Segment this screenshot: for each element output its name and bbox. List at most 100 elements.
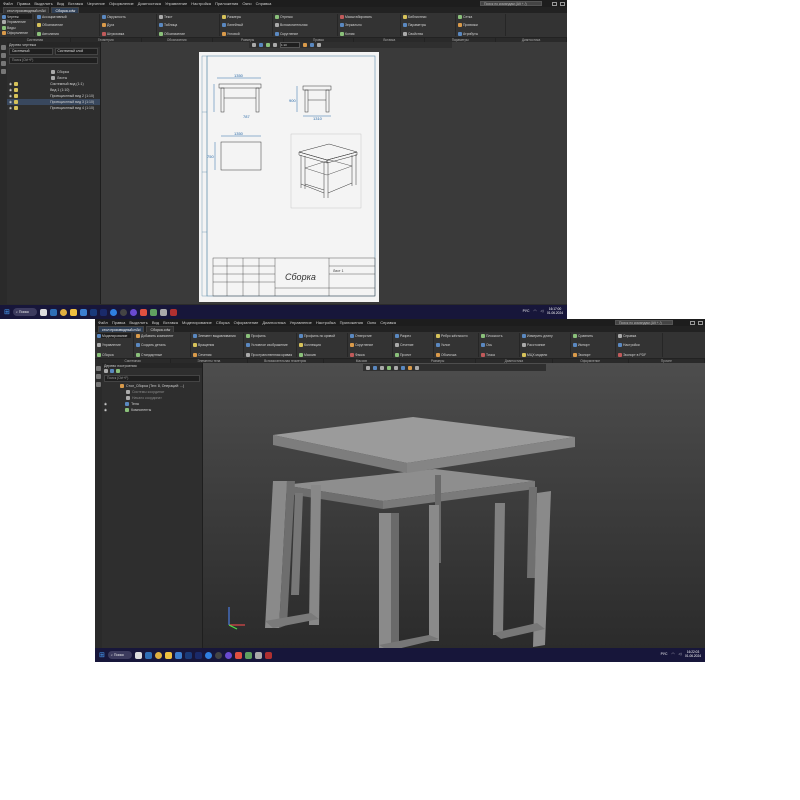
app-icon[interactable] (99, 308, 107, 316)
app-icon[interactable] (119, 308, 127, 316)
ribbon-button[interactable]: Отверстие (350, 333, 390, 338)
minimize-icon[interactable] (690, 320, 695, 325)
ribbon-button[interactable]: Профиль (246, 333, 294, 338)
app-icon[interactable] (109, 308, 117, 316)
lock-icon[interactable] (14, 88, 19, 92)
ribbon-button[interactable]: Текст (159, 14, 217, 19)
ribbon-button[interactable]: Автолиния (37, 31, 97, 36)
maximize-icon[interactable] (560, 1, 565, 6)
app-icon[interactable] (264, 651, 272, 659)
app-icon[interactable] (159, 308, 167, 316)
windows-start-icon[interactable]: ⊞ (4, 308, 10, 316)
ribbon-button[interactable]: Проект (395, 352, 431, 357)
ribbon-button[interactable]: Обозначение (37, 23, 97, 28)
menu-item[interactable]: Правка (17, 1, 31, 6)
app-icon[interactable] (49, 308, 57, 316)
lock-icon[interactable] (14, 100, 19, 104)
language-indicator[interactable]: РУС (523, 309, 530, 313)
ribbon-button[interactable]: Отрезок (275, 14, 335, 19)
ortho-icon[interactable] (317, 43, 321, 47)
menu-item[interactable]: Черчение (87, 1, 105, 6)
tree-icon[interactable] (96, 374, 101, 379)
app-icon[interactable] (139, 308, 147, 316)
ribbon-button[interactable]: Масштабировать (340, 14, 398, 19)
drawing-canvas[interactable]: 1:10 1350 787 1310 900 1350 750 Сборка Л… (101, 42, 567, 304)
ribbon-button[interactable]: Копия (340, 31, 398, 36)
ribbon-button[interactable]: Добавить компонент (136, 333, 188, 338)
ribbon-button[interactable]: Стандартные (136, 352, 188, 357)
lock-icon[interactable] (14, 94, 19, 98)
expand-icon[interactable] (110, 369, 114, 373)
ribbon-button[interactable]: Справка (618, 333, 660, 338)
windows-start-icon[interactable]: ⊞ (99, 651, 105, 659)
command-search-input[interactable]: Поиск по командам (Alt + /) (615, 320, 673, 325)
app-icon[interactable] (169, 308, 177, 316)
ribbon-button[interactable]: Коллекция (299, 343, 345, 348)
ribbon-button[interactable]: Атрибуты (458, 31, 503, 36)
ribbon-button[interactable]: Сравнить (573, 333, 613, 338)
menu-item[interactable]: Диагностика (262, 320, 285, 325)
menu-item[interactable]: Файл (98, 320, 108, 325)
language-indicator[interactable]: РУС (661, 652, 668, 656)
app-icon[interactable] (254, 651, 262, 659)
ribbon-button[interactable]: Элемент выдавливания (193, 333, 241, 338)
visibility-icon[interactable]: ◉ (9, 88, 12, 92)
wifi-icon[interactable]: ◠ (671, 652, 674, 656)
pan-icon[interactable] (259, 43, 263, 47)
menu-item[interactable]: Управление (165, 1, 187, 6)
ribbon-button[interactable]: Линейный (222, 23, 270, 28)
clock[interactable]: 16:22:03 01.06.2024 (685, 650, 701, 658)
ribbon-button[interactable]: Параметры (403, 23, 453, 28)
ribbon-button[interactable]: Библиотеки (403, 14, 453, 19)
ribbon-button[interactable]: Экспорт в PDF (618, 352, 660, 357)
tree-icon[interactable] (1, 61, 6, 66)
menu-item[interactable]: Оформление (109, 1, 134, 6)
photoshop-icon[interactable] (184, 651, 192, 659)
app-icon[interactable] (144, 651, 152, 659)
ribbon-button[interactable]: Скругление (350, 343, 390, 348)
ribbon-button[interactable]: Измерить длину (522, 333, 568, 338)
kompas-icon[interactable] (79, 308, 87, 316)
app-icon[interactable] (194, 651, 202, 659)
select-icon[interactable] (1, 45, 6, 50)
window-controls[interactable] (690, 319, 703, 326)
app-icon[interactable] (204, 651, 212, 659)
layer-dropdown[interactable]: Системный (9, 48, 53, 55)
menu-item[interactable]: Файл (3, 1, 13, 6)
mode-manage-button[interactable]: Управление (2, 20, 32, 25)
ribbon-button[interactable]: Таблица (159, 23, 217, 28)
app-icon[interactable] (129, 308, 137, 316)
mode-design-button[interactable]: Оформление (2, 31, 32, 36)
menu-item[interactable]: Настройка (316, 320, 336, 325)
task-view-icon[interactable] (134, 651, 142, 659)
ribbon-button[interactable]: Расстояние (522, 343, 568, 348)
menu-item[interactable]: Окно (242, 1, 251, 6)
chrome-icon[interactable] (154, 651, 162, 659)
properties-icon[interactable] (96, 382, 101, 387)
ribbon-button[interactable]: Привязки (458, 23, 503, 28)
tree-item[interactable]: ◉ Проекционный вид 4 (1:10) (7, 105, 100, 111)
zoom-icon[interactable] (252, 43, 256, 47)
ribbon-button[interactable]: Уклон (436, 343, 476, 348)
menu-item[interactable]: Справка (256, 1, 272, 6)
visibility-icon[interactable]: ◉ (9, 100, 12, 104)
ribbon-button[interactable]: Вращения (193, 343, 241, 348)
menu-item[interactable]: Выделить (34, 1, 52, 6)
menu-item[interactable]: Вставка (68, 1, 83, 6)
scale-dropdown[interactable]: 1:10 (280, 42, 300, 48)
3d-viewport[interactable] (203, 363, 705, 648)
ribbon-button[interactable]: Зеркально (340, 23, 398, 28)
lock-icon[interactable] (14, 82, 19, 86)
tree-filter-input[interactable]: Поиск (Ctrl+F) (9, 57, 98, 64)
menu-item[interactable]: Правка (112, 320, 126, 325)
volume-icon[interactable]: ◁ (678, 652, 681, 656)
ribbon-button[interactable]: Ребро жёсткости (436, 333, 476, 338)
ribbon-button[interactable]: Пространственная кривая (246, 352, 294, 357)
ribbon-button[interactable]: Окружность (102, 14, 154, 19)
ribbon-button[interactable]: Сечения (193, 352, 241, 357)
menu-item[interactable]: Справка (380, 320, 396, 325)
menu-item[interactable]: Выделить (129, 320, 147, 325)
ribbon-button[interactable]: Сетка (458, 14, 503, 19)
clock[interactable]: 16:17:00 01.06.2024 (547, 307, 563, 315)
explorer-icon[interactable] (164, 651, 172, 659)
